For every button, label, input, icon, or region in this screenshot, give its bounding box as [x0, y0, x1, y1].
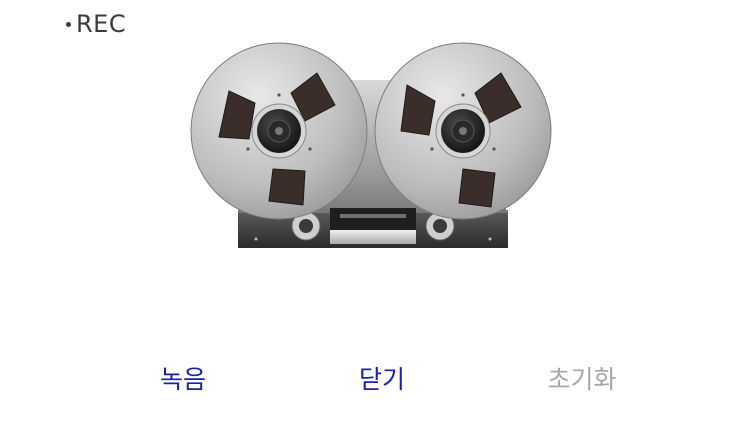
rec-dot-icon [66, 21, 71, 27]
rec-label: REC [76, 10, 127, 38]
reel-to-reel-tape-recorder-icon [190, 40, 560, 255]
recorder-controls: 녹음 닫기 초기화 [0, 358, 750, 402]
record-button[interactable]: 녹음 [154, 358, 212, 398]
close-button[interactable]: 닫기 [353, 358, 411, 398]
recording-status: REC [66, 10, 126, 38]
reset-button[interactable]: 초기화 [541, 358, 622, 398]
